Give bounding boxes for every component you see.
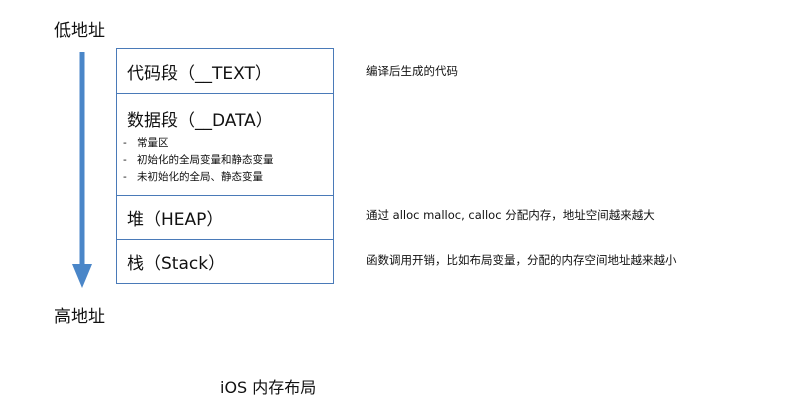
segment-text-title: 代码段（__TEXT）: [127, 63, 272, 84]
segment-stack-description: 函数调用开销，比如布局变量，分配的内存空间地址越来越小: [366, 253, 677, 267]
segment-data-title: 数据段（__DATA）: [127, 111, 273, 131]
segment-heap-title: 堆（HEAP）: [127, 210, 224, 230]
segment-data-item: 初始化的全局变量和静态变量: [123, 152, 333, 169]
segment-data-item: 未初始化的全局、静态变量: [123, 169, 333, 186]
segment-data: 数据段（__DATA） 常量区 初始化的全局变量和静态变量 未初始化的全局、静态…: [117, 93, 333, 195]
address-direction-arrow: [72, 52, 92, 288]
diagram-caption: iOS 内存布局: [220, 378, 317, 397]
segment-data-item: 常量区: [123, 135, 333, 152]
segment-data-items: 常量区 初始化的全局变量和静态变量 未初始化的全局、静态变量: [123, 135, 333, 186]
segment-stack-title: 栈（Stack）: [127, 254, 226, 274]
segment-heap-description: 通过 alloc malloc, calloc 分配内存，地址空间越来越大: [366, 208, 655, 222]
memory-layout-stack: 代码段（__TEXT） 数据段（__DATA） 常量区 初始化的全局变量和静态变…: [116, 48, 334, 284]
high-address-label: 高地址: [54, 307, 105, 327]
segment-stack: 栈（Stack）: [117, 239, 333, 283]
low-address-label: 低地址: [54, 21, 105, 41]
segment-text-description: 编译后生成的代码: [366, 64, 458, 78]
segment-text: 代码段（__TEXT）: [117, 49, 333, 93]
segment-heap: 堆（HEAP）: [117, 195, 333, 239]
